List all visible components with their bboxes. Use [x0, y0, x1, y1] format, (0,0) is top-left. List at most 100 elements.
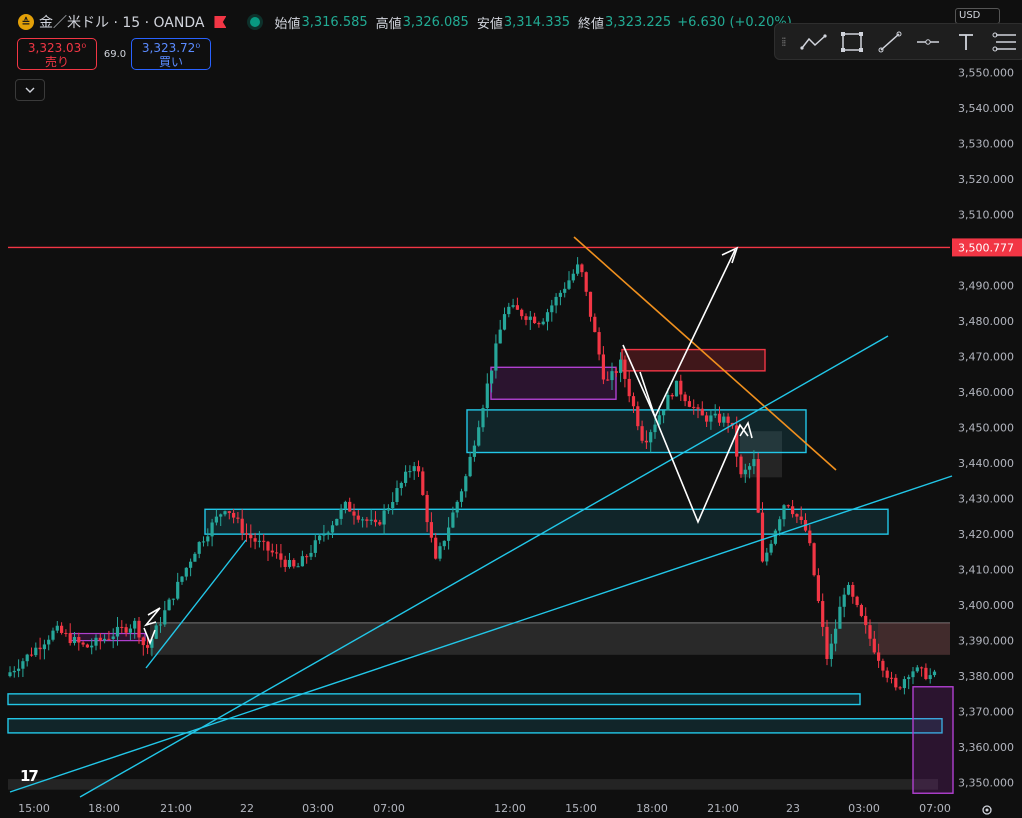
candle-body [60, 625, 64, 633]
candle-body [670, 394, 674, 397]
high-value: 3,326.085 [402, 14, 469, 30]
candle-body [352, 511, 356, 516]
line-icon[interactable] [871, 27, 909, 57]
flag-icon[interactable] [214, 16, 227, 28]
trend-line-icon[interactable] [795, 27, 833, 57]
candle-body [219, 514, 223, 517]
candle-body [778, 519, 782, 531]
candle-body [722, 416, 726, 423]
candle-body [330, 525, 335, 533]
drawing-toolbar: ⁞⁞ [774, 23, 1022, 60]
candle-body [313, 540, 317, 553]
candle-body [128, 628, 132, 633]
candle-body [201, 541, 206, 543]
candle-body [416, 466, 421, 472]
candle-body [197, 542, 201, 554]
price-chart[interactable]: 3,550.000 3,540.000 3,530.000 3,520.000 3,51… [0, 0, 1022, 818]
price-tick-label: 3,430.000 [958, 493, 1014, 506]
candle-body [214, 516, 218, 523]
candle-body [717, 413, 722, 423]
candle-body [528, 316, 532, 320]
candle-body [210, 522, 214, 537]
candle-body [300, 556, 304, 567]
candle-body [696, 407, 700, 409]
candle-body [588, 291, 593, 317]
candle-body [275, 552, 279, 554]
candle-body [137, 620, 141, 638]
low-value: 3,314.335 [503, 14, 571, 30]
candle-body [408, 471, 412, 473]
candle-body [68, 633, 72, 644]
candle-body [563, 288, 567, 293]
candle-body [111, 636, 115, 639]
candle-body [98, 637, 102, 641]
price-tick-label: 3,510.000 [958, 209, 1014, 222]
candle-body [623, 359, 627, 379]
buy-price: 3,323.72⁰ [141, 41, 201, 55]
candle-body [631, 396, 636, 407]
price-tick-label: 3,470.000 [958, 351, 1014, 364]
candle-body [808, 530, 812, 544]
fib-icon[interactable] [985, 27, 1022, 57]
text-icon[interactable] [947, 27, 985, 57]
candle-body [468, 456, 472, 477]
candle-body [176, 581, 180, 599]
chart-legend: ≙ 金／米ドル · 15 · OANDA 始値 3,316.585 高値 3,3… [18, 12, 792, 32]
candle-body [361, 519, 365, 521]
candle-body [206, 536, 210, 542]
drag-handle-icon[interactable]: ⁞⁞ [781, 35, 795, 49]
time-tick-label: 03:00 [302, 802, 334, 815]
time-tick-label: 21:00 [160, 802, 192, 815]
candle-body [81, 642, 85, 645]
purple-zone-upper [490, 366, 617, 400]
candle-body [911, 671, 915, 678]
candle-body [687, 401, 691, 407]
candle-body [842, 594, 846, 607]
currency-selector[interactable]: USD [955, 8, 1000, 24]
collapse-legend-button[interactable] [15, 79, 45, 101]
rectangle-icon[interactable] [833, 27, 871, 57]
candle-body [107, 638, 111, 640]
candle-body [399, 482, 403, 489]
candle-body [296, 566, 300, 568]
time-tick-label: 07:00 [373, 802, 405, 815]
candle-body [502, 314, 507, 330]
candle-body [799, 516, 803, 521]
candle-body [103, 638, 107, 641]
open-label: 始値 [274, 16, 301, 32]
candle-body [739, 456, 743, 475]
price-tick-label: 3,370.000 [958, 706, 1014, 719]
candle-body [64, 632, 68, 634]
candle-body [356, 515, 360, 520]
candle-body [38, 647, 42, 650]
candle-body [29, 654, 34, 656]
candle-body [662, 410, 666, 416]
candle-body [932, 671, 937, 676]
sell-button[interactable]: 3,323.03⁰ 売り [17, 38, 97, 70]
price-tick-label: 3,410.000 [958, 564, 1014, 577]
price-tick-label: 3,400.000 [958, 599, 1014, 612]
candle-body [133, 620, 137, 629]
candle-body [782, 505, 786, 520]
candle-body [627, 378, 631, 397]
candle-body [545, 312, 550, 322]
gear-icon[interactable] [980, 803, 994, 817]
time-tick-label: 18:00 [88, 802, 120, 815]
projection-path-up [639, 249, 736, 420]
candle-body [77, 637, 81, 643]
candle-body [451, 512, 455, 528]
candle-body [283, 559, 287, 567]
horizontal-line-icon[interactable] [909, 27, 947, 57]
candle-body [864, 615, 868, 626]
candle-body [141, 637, 145, 646]
candle-body [498, 329, 502, 344]
buy-button[interactable]: 3,323.72⁰ 買い [131, 38, 211, 70]
candle-body [47, 639, 51, 645]
candle-body [34, 647, 38, 656]
candle-body [124, 627, 128, 633]
candle-body [171, 598, 175, 600]
candle-body [524, 316, 528, 320]
candle-body [907, 677, 911, 680]
symbol-title[interactable]: 金／米ドル · 15 · OANDA [39, 12, 204, 32]
price-tick-label: 3,480.000 [958, 315, 1014, 328]
